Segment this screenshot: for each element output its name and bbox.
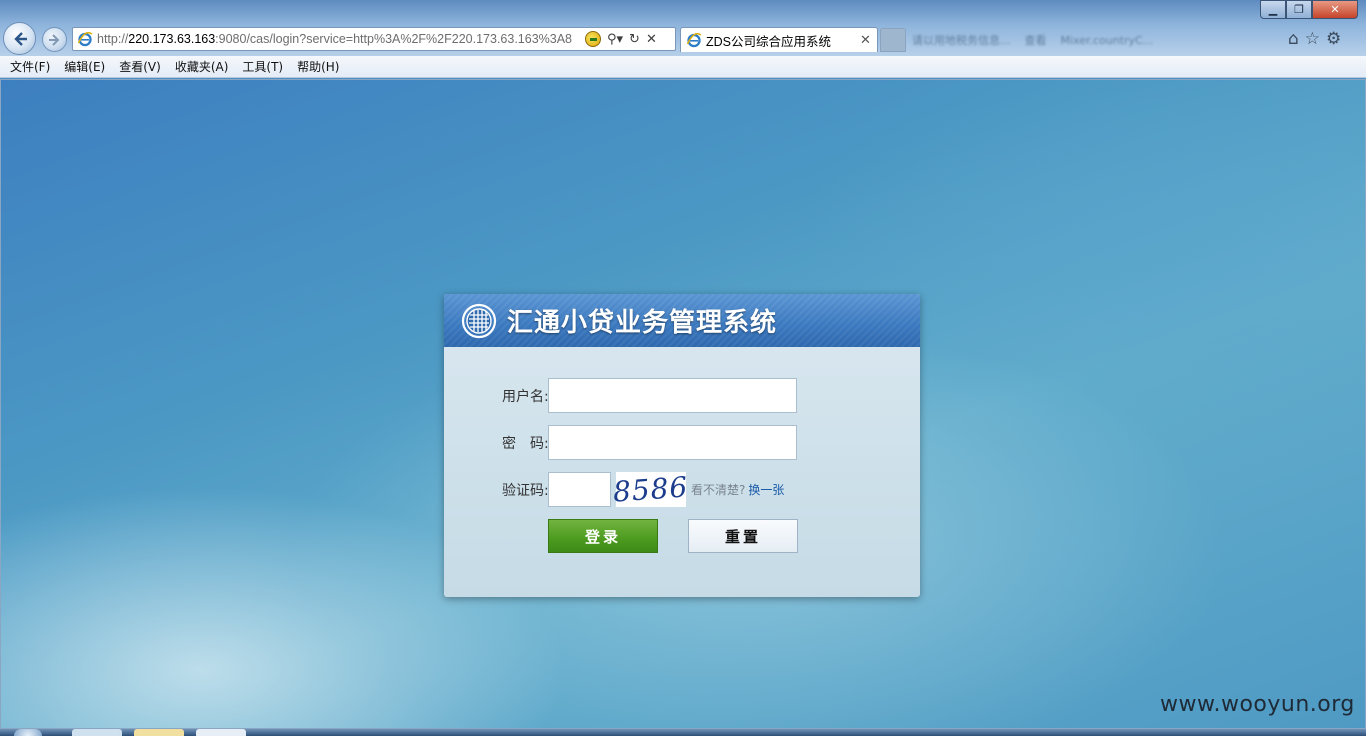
login-panel: 汇通小贷业务管理系统 用户名: 密 码: 验证码: 8586 看不清楚? 换一张… <box>444 294 920 597</box>
new-tab-button[interactable] <box>880 28 906 52</box>
menu-favorites[interactable]: 收藏夹(A) <box>168 58 236 75</box>
captcha-refresh-link[interactable]: 换一张 <box>748 481 784 498</box>
search-icon[interactable]: ⚲▾ <box>607 32 623 47</box>
menu-file[interactable]: 文件(F) <box>3 58 57 75</box>
blurred-tab[interactable]: 请以用地税务信息... <box>912 32 1011 48</box>
username-input[interactable] <box>548 378 797 413</box>
tab-ie-icon <box>686 32 702 48</box>
password-input[interactable] <box>548 425 797 460</box>
blurred-tabs: 请以用地税务信息... 查看 Mixer.countryC... <box>908 28 1280 52</box>
taskbar-item[interactable] <box>134 729 184 736</box>
forward-button[interactable] <box>42 27 67 52</box>
tab-close-icon[interactable]: ✕ <box>860 33 871 48</box>
favorites-star-icon[interactable]: ☆ <box>1305 28 1320 50</box>
username-row: 用户名: <box>502 378 797 413</box>
browser-titlebar: http://220.173.63.163:9080/cas/login?ser… <box>0 0 1366 56</box>
captcha-image[interactable]: 8586 <box>612 470 689 508</box>
menu-view[interactable]: 查看(V) <box>112 58 168 75</box>
system-title: 汇通小贷业务管理系统 <box>507 308 778 338</box>
url-text[interactable]: http://220.173.63.163:9080/cas/login?ser… <box>97 32 581 46</box>
password-row: 密 码: <box>502 425 797 460</box>
compat-view-icon[interactable] <box>585 31 601 47</box>
captcha-input[interactable] <box>548 472 611 507</box>
captcha-row: 验证码: 8586 看不清楚? 换一张 <box>502 470 784 508</box>
home-icon[interactable]: ⌂ <box>1288 28 1299 50</box>
password-label: 密 码: <box>502 435 549 452</box>
menu-help[interactable]: 帮助(H) <box>290 58 346 75</box>
taskbar-item[interactable] <box>196 729 246 736</box>
tab-title: ZDS公司综合应用系统 <box>706 34 832 49</box>
forward-icon <box>48 33 59 46</box>
tab-active[interactable]: ZDS公司综合应用系统 ✕ <box>680 27 878 52</box>
url-prefix: http:// <box>97 32 129 46</box>
company-logo-icon <box>461 303 497 338</box>
address-bar[interactable]: http://220.173.63.163:9080/cas/login?ser… <box>72 27 676 51</box>
captcha-image-text: 8586 <box>612 470 690 509</box>
captcha-label: 验证码: <box>502 482 549 499</box>
captcha-hint: 看不清楚? <box>691 483 746 497</box>
page-viewport: 汇通小贷业务管理系统 用户名: 密 码: 验证码: 8586 看不清楚? 换一张… <box>0 79 1366 729</box>
menu-tools[interactable]: 工具(T) <box>235 58 290 75</box>
login-button[interactable]: 登录 <box>548 519 658 553</box>
stop-icon[interactable]: ✕ <box>646 32 657 47</box>
minimize-button[interactable]: ▁ <box>1260 0 1286 19</box>
maximize-button[interactable]: ❐ <box>1286 0 1312 19</box>
reset-button[interactable]: 重置 <box>688 519 798 553</box>
taskbar <box>0 729 1366 736</box>
back-button[interactable] <box>3 22 36 55</box>
watermark: www.wooyun.org <box>1160 692 1355 717</box>
blurred-tab[interactable]: 查看 <box>1025 32 1047 48</box>
menu-bar: 文件(F) 编辑(E) 查看(V) 收藏夹(A) 工具(T) 帮助(H) <box>0 56 1366 78</box>
login-header: 汇通小贷业务管理系统 <box>444 294 920 347</box>
taskbar-item[interactable] <box>72 729 122 736</box>
blurred-tab[interactable]: Mixer.countryC... <box>1061 34 1154 47</box>
ie-logo-icon <box>77 31 93 47</box>
username-label: 用户名: <box>502 388 549 405</box>
url-host: 220.173.63.163 <box>128 32 216 46</box>
menu-edit[interactable]: 编辑(E) <box>57 58 112 75</box>
refresh-icon[interactable]: ↻ <box>629 32 640 47</box>
close-window-button[interactable]: ✕ <box>1312 0 1358 19</box>
start-button[interactable] <box>14 729 42 736</box>
settings-gear-icon[interactable]: ⚙ <box>1326 28 1341 50</box>
url-path: :9080/cas/login?service=http%3A%2F%2F220… <box>215 32 573 46</box>
back-icon <box>13 31 27 46</box>
